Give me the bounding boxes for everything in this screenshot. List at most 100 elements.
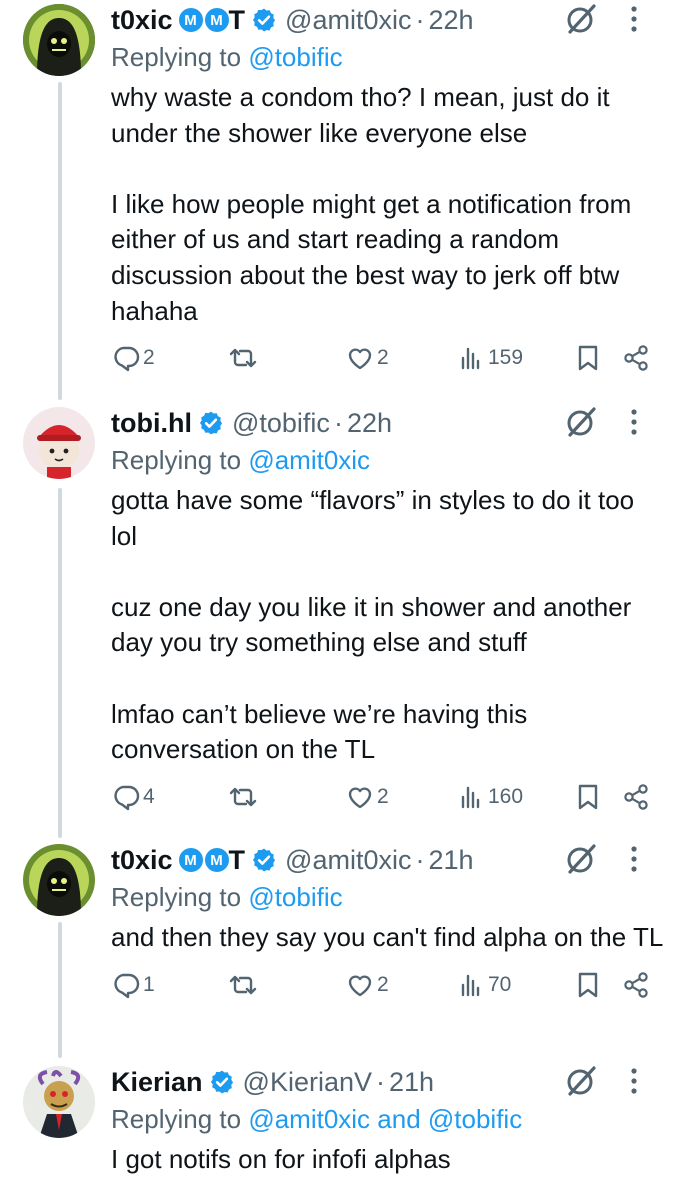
reply-button[interactable]: 4 bbox=[111, 782, 155, 812]
replying-to-link[interactable]: @amit0xic and @tobific bbox=[248, 1104, 522, 1134]
bookmark-button[interactable] bbox=[573, 782, 603, 812]
handle[interactable]: @tobific bbox=[232, 408, 330, 439]
timestamp[interactable]: 21h bbox=[389, 1067, 434, 1098]
repost-button[interactable] bbox=[228, 343, 258, 373]
tweet-text: and then they say you can't find alpha o… bbox=[111, 922, 664, 952]
timestamp[interactable]: 22h bbox=[428, 5, 473, 36]
share-button[interactable] bbox=[621, 343, 651, 373]
tweet[interactable]: t0xic M M T @amit0xic · 22h Replying to … bbox=[0, 0, 686, 400]
replying-label: Replying to bbox=[111, 445, 242, 475]
more-icon[interactable] bbox=[630, 844, 638, 874]
replying-to-link[interactable]: @tobific bbox=[248, 882, 342, 912]
timestamp[interactable]: 22h bbox=[347, 408, 392, 439]
separator-dot: · bbox=[415, 844, 425, 875]
tweet-text: why waste a condom tho? I mean, just do … bbox=[111, 82, 632, 326]
verified-icon bbox=[251, 847, 277, 873]
display-name-suffix: T bbox=[228, 4, 246, 35]
m-badge-icon: M bbox=[204, 8, 229, 32]
display-name[interactable]: Kierian bbox=[111, 1067, 203, 1098]
repost-button[interactable] bbox=[228, 782, 258, 812]
share-button[interactable] bbox=[621, 970, 651, 1000]
replying-to: Replying to @amit0xic and @tobific bbox=[111, 1102, 666, 1136]
views-icon bbox=[456, 343, 486, 373]
hooded-figure-avatar-icon bbox=[23, 4, 95, 76]
reply-icon bbox=[111, 343, 141, 373]
tweet[interactable]: t0xic M M T @amit0xic · 21h Replying to … bbox=[0, 840, 686, 1045]
bookmark-button[interactable] bbox=[573, 970, 603, 1000]
views-icon bbox=[456, 970, 486, 1000]
tweet-text: I got notifs on for infofi alphas bbox=[111, 1144, 451, 1174]
reply-count: 1 bbox=[143, 972, 155, 996]
more-icon[interactable] bbox=[630, 407, 638, 437]
views-button[interactable]: 159 bbox=[456, 343, 523, 373]
replying-label: Replying to bbox=[111, 882, 242, 912]
avatar[interactable] bbox=[23, 4, 95, 76]
tweet-actions: 1 2 70 bbox=[111, 970, 666, 1010]
tweet-text: gotta have some “flavors” in styles to d… bbox=[111, 485, 635, 765]
separator-dot: · bbox=[333, 407, 343, 438]
like-button[interactable]: 2 bbox=[345, 782, 389, 812]
handle[interactable]: @KierianV bbox=[243, 1067, 372, 1098]
m-badge-icon: M bbox=[178, 8, 203, 32]
share-icon bbox=[621, 343, 651, 373]
tweet[interactable]: tobi.hl @tobific · 22h Replying to @amit… bbox=[0, 403, 686, 833]
m-badge-icon: M bbox=[178, 848, 203, 872]
separator-dot: · bbox=[415, 4, 425, 35]
timestamp[interactable]: 21h bbox=[428, 845, 473, 876]
display-name[interactable]: t0xic bbox=[111, 845, 173, 876]
display-name[interactable]: t0xic bbox=[111, 5, 173, 36]
views-count: 160 bbox=[488, 784, 524, 808]
grok-icon[interactable] bbox=[564, 405, 598, 439]
grok-icon[interactable] bbox=[564, 1064, 598, 1098]
like-button[interactable]: 2 bbox=[345, 343, 389, 373]
reply-count: 2 bbox=[143, 346, 155, 370]
replying-to: Replying to @tobific bbox=[111, 40, 666, 74]
grok-icon[interactable] bbox=[564, 2, 598, 36]
replying-label: Replying to bbox=[111, 1104, 242, 1134]
replying-label: Replying to bbox=[111, 42, 242, 72]
reply-count: 4 bbox=[143, 784, 155, 808]
repost-button[interactable] bbox=[228, 970, 258, 1000]
like-count: 2 bbox=[377, 784, 389, 808]
like-icon bbox=[345, 970, 375, 1000]
hooded-figure-avatar-icon bbox=[23, 844, 95, 916]
more-icon[interactable] bbox=[630, 1066, 638, 1096]
like-icon bbox=[345, 343, 375, 373]
like-icon bbox=[345, 782, 375, 812]
views-button[interactable]: 70 bbox=[456, 970, 511, 1000]
illustrated-character-avatar-icon bbox=[23, 1066, 95, 1138]
cartoon-cat-avatar-icon bbox=[23, 407, 95, 479]
reply-icon bbox=[111, 970, 141, 1000]
bookmark-icon bbox=[573, 782, 603, 812]
like-count: 2 bbox=[377, 346, 389, 370]
replying-to-link[interactable]: @amit0xic bbox=[248, 445, 370, 475]
replying-to-link[interactable]: @tobific bbox=[248, 42, 342, 72]
handle[interactable]: @amit0xic bbox=[285, 845, 411, 876]
avatar[interactable] bbox=[23, 844, 95, 916]
display-name[interactable]: tobi.hl bbox=[111, 408, 192, 439]
like-button[interactable]: 2 bbox=[345, 970, 389, 1000]
grok-icon[interactable] bbox=[564, 842, 598, 876]
views-count: 70 bbox=[488, 972, 512, 996]
more-icon[interactable] bbox=[630, 4, 638, 34]
avatar[interactable] bbox=[23, 407, 95, 479]
replying-to: Replying to @tobific bbox=[111, 880, 666, 914]
bookmark-icon bbox=[573, 970, 603, 1000]
like-count: 2 bbox=[377, 972, 389, 996]
share-button[interactable] bbox=[621, 782, 651, 812]
share-icon bbox=[621, 970, 651, 1000]
verified-icon bbox=[251, 7, 277, 33]
avatar[interactable] bbox=[23, 1066, 95, 1138]
bookmark-button[interactable] bbox=[573, 343, 603, 373]
reply-button[interactable]: 2 bbox=[111, 343, 155, 373]
tweet[interactable]: Kierian @KierianV · 21h Replying to @ami… bbox=[0, 1062, 686, 1200]
reply-button[interactable]: 1 bbox=[111, 970, 155, 1000]
handle[interactable]: @amit0xic bbox=[285, 5, 411, 36]
repost-icon bbox=[228, 343, 258, 373]
reply-icon bbox=[111, 782, 141, 812]
views-button[interactable]: 160 bbox=[456, 782, 523, 812]
repost-icon bbox=[228, 782, 258, 812]
display-name-suffix: T bbox=[228, 844, 246, 875]
share-icon bbox=[621, 782, 651, 812]
tweet-actions: 2 2 159 bbox=[111, 343, 666, 383]
